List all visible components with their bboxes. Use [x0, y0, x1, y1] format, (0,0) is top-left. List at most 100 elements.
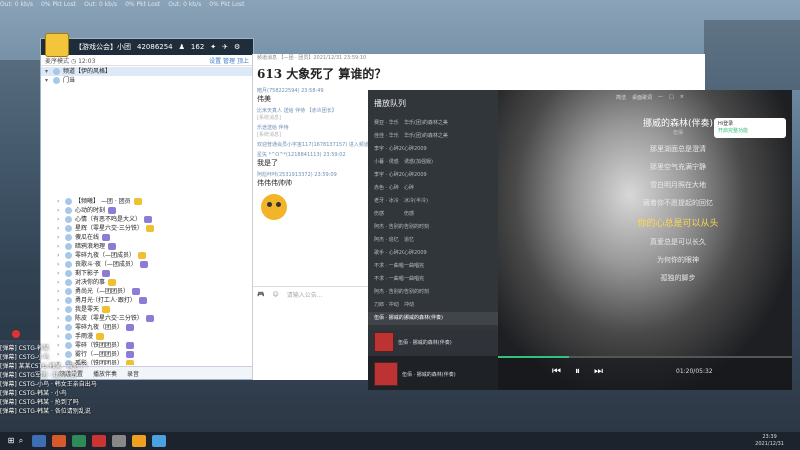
queue-song: 追忆 — [404, 237, 415, 243]
member-item[interactable]: › 心动的时刻 — [41, 206, 253, 215]
member-name: 【频曦】 —团 · 团员 — [75, 198, 131, 205]
member-arrow-icon: › — [57, 198, 60, 205]
taskbar-app-icon[interactable] — [52, 435, 66, 447]
member-item[interactable]: › 勇月光·（打工人·跟打） — [41, 296, 253, 305]
link-manage[interactable]: 管理 — [223, 58, 235, 65]
queue-item[interactable]: 赤色 · 心碎 心碎 — [368, 182, 498, 195]
plane-icon[interactable]: ✈ — [222, 43, 228, 51]
song-artist: 伍佰 — [672, 130, 683, 136]
desktop-lyrics-button[interactable]: 桌面歌词 — [632, 94, 652, 101]
queue-item[interactable]: 佳佳 · 华乐 华乐(团)的森林之美 — [368, 130, 498, 143]
member-item[interactable]: › 零碎九夜（—团成员） — [41, 251, 253, 260]
member-item[interactable]: › 我是零天 — [41, 305, 253, 314]
queue-item[interactable]: 不求 · 一曲唱完一曲唱完 — [368, 260, 498, 273]
member-item[interactable]: › 对决你的事 — [41, 278, 253, 287]
rank-badge-icon — [138, 297, 147, 304]
queue-song: 冲动 — [404, 302, 415, 308]
queue-item[interactable]: 不求 · 一曲唱完一曲唱完 — [368, 273, 498, 286]
queue-item[interactable]: 阿杰 · 告别的时刻告别的时刻 — [368, 221, 498, 234]
compact-button[interactable]: 简洁 — [616, 94, 626, 101]
member-item[interactable]: › 暗鸦浪地理 — [41, 242, 253, 251]
expand-arrow-icon[interactable]: ▾ — [45, 67, 50, 76]
queue-song: 华乐(团)的森林之美 — [404, 133, 448, 139]
queue-item[interactable]: 小暮 · 诱惑 诱惑(加强版) — [368, 156, 498, 169]
stream-stat: 0% Pkt Lost — [40, 1, 77, 8]
tools-icon[interactable]: ⚙ — [234, 43, 240, 51]
link-top[interactable]: 顶上 — [237, 58, 249, 65]
channel-name: 门当 — [63, 77, 76, 84]
member-arrow-icon: › — [57, 288, 60, 295]
queue-item[interactable]: 赛亚 · 华乐 华乐(团)的森林之美 — [368, 117, 498, 130]
taskbar-app-icon[interactable] — [72, 435, 86, 447]
maximize-button[interactable]: □ — [669, 94, 674, 101]
channel-icon — [53, 77, 60, 84]
close-button[interactable]: × — [680, 94, 684, 101]
queue-now-playing[interactable]: 伍佰 · 挪威的森林(伴奏) — [368, 330, 504, 354]
queue-artist: 佳佳 · 华乐 — [374, 133, 399, 139]
taskbar-app-icon[interactable] — [32, 435, 46, 447]
queue-item[interactable]: 阿杰 · 告别的时刻告别的时刻 — [368, 286, 498, 299]
taskbar-app-icon[interactable] — [152, 435, 166, 447]
channel-name: 频道【伊的风格】 — [63, 68, 112, 75]
member-item[interactable]: › 勇尚光（—团团员） — [41, 287, 253, 296]
search-icon[interactable]: ⌕ — [16, 436, 26, 446]
member-item[interactable]: › 手雨漫 — [41, 332, 253, 341]
taskbar-app-icon[interactable] — [132, 435, 146, 447]
mode-time: 12:03 — [78, 57, 96, 65]
stream-stats: Out: 0 kb/s 0% Pkt Lost Out: 0 kb/s 0% Pkt … — [0, 0, 800, 10]
link-settings[interactable]: 设置 — [209, 58, 221, 65]
overlay-chat-line: [弹幕] CSTG军团 · 我的大哥 — [0, 372, 77, 379]
channel-item[interactable]: ▾ 门当 — [41, 76, 253, 85]
queue-item[interactable]: 刀郎 · 冲动 冲动 — [368, 299, 498, 312]
minimize-button[interactable]: — — [658, 94, 663, 101]
queue-title: 播放队列 — [374, 99, 406, 108]
pause-icon[interactable]: ⏸ — [575, 366, 580, 377]
queue-item[interactable]: 李宇 · 心碎2009心碎2009 — [368, 169, 498, 182]
queue-item[interactable]: 伤感 伤感 — [368, 208, 498, 221]
queue-item[interactable]: 李宇 · 心碎2009心碎2009 — [368, 143, 498, 156]
member-item[interactable]: › 陈皮（零星六交·三分铁） — [41, 314, 253, 323]
member-item[interactable]: › 零碎九夜（团员） — [41, 323, 253, 332]
overlay-chat: [弹幕] CSTG-韩某 [弹幕] CSTG-小鸟 [弹幕] 某某CSTG-韩某 ·… — [0, 344, 300, 416]
member-item[interactable]: › 傻瓜在线 — [41, 233, 253, 242]
member-item[interactable]: › 丧歌斗·夜（—团成员） — [41, 260, 253, 269]
member-name: 剩下影子 — [75, 270, 100, 277]
taskbar-clock[interactable]: 23:39 2021/12/31 — [755, 434, 784, 448]
taskbar-app-icon[interactable] — [92, 435, 106, 447]
member-name: 心动的时刻 — [75, 207, 106, 214]
user-icon — [65, 216, 72, 223]
queue-artist: 不求 · 一曲唱完 — [374, 276, 404, 282]
room-avatar-icon[interactable] — [45, 33, 69, 57]
rank-badge-icon — [139, 261, 148, 268]
taskbar-app-icon[interactable] — [112, 435, 126, 447]
queue-item[interactable]: 老牙 · 冰冷 冰冷(半冷) — [368, 195, 498, 208]
user-icon — [65, 315, 72, 322]
user-icon — [65, 306, 72, 313]
member-item[interactable]: › 剩下影子 — [41, 269, 253, 278]
chat-input[interactable]: 请输入公告… — [287, 290, 323, 299]
member-item[interactable]: › 心情（有恶不鸣是大义） — [41, 215, 253, 224]
bar-song-text: 伍佰 · 挪威的森林(伴奏) — [402, 371, 456, 378]
playback-bar: 伍佰 · 挪威的森林(伴奏) ⏮ ⏸ ⏭ 01:20/05:32 — [368, 356, 792, 390]
emoji-icon[interactable]: ☺ — [272, 291, 278, 298]
previous-icon[interactable]: ⏮ — [552, 366, 561, 377]
channel-item[interactable]: ▾ 频道【伊的风格】 — [41, 67, 253, 76]
bar-album-cover[interactable] — [374, 362, 398, 386]
queue-song: 告别的时刻 — [404, 289, 430, 295]
queue-item[interactable]: 歌手 · 心碎2009心碎2009 — [368, 247, 498, 260]
queue-artist: 李宇 · 心碎2009 — [374, 172, 404, 178]
queue-artist: 伍佰 · 挪威的森林 — [374, 315, 404, 321]
star-icon[interactable]: ✦ — [210, 43, 216, 51]
member-arrow-icon: › — [57, 243, 60, 250]
progress-bar[interactable] — [498, 356, 792, 358]
windows-start-icon[interactable]: ⊞ — [6, 436, 16, 446]
member-item[interactable]: › 【频曦】 —团 · 团员 — [41, 197, 253, 206]
expand-arrow-icon[interactable]: ▾ — [45, 76, 50, 85]
member-item[interactable]: › 星辉（零星六交·三分铁） — [41, 224, 253, 233]
queue-list: 赛亚 · 华乐 华乐(团)的森林之美 佳佳 · 华乐 华乐(团)的森林之美 李宇 · 心… — [368, 117, 498, 325]
queue-item[interactable]: 伍佰 · 挪威的森林挪威的森林(伴奏) — [368, 312, 498, 325]
queue-item[interactable]: 阿杰 · 追忆 追忆 — [368, 234, 498, 247]
next-icon[interactable]: ⏭ — [594, 366, 603, 377]
queue-song: 冰冷(半冷) — [404, 198, 428, 204]
gamepad-icon[interactable]: 🎮 — [257, 291, 264, 298]
